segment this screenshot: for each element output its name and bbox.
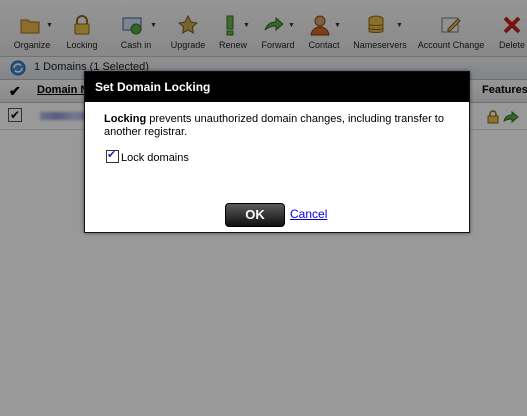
ok-button[interactable]: OK: [225, 203, 285, 227]
set-domain-locking-dialog: Set Domain Locking Locking prevents unau…: [84, 71, 470, 233]
cancel-link[interactable]: Cancel: [290, 207, 327, 221]
dialog-titlebar: Set Domain Locking: [85, 72, 469, 102]
message-bold: Locking: [104, 113, 147, 125]
lock-domains-checkbox[interactable]: [106, 148, 119, 163]
dialog-title: Set Domain Locking: [95, 80, 211, 94]
lock-domains-label[interactable]: Lock domains: [121, 152, 189, 164]
message-rest: prevents unauthorized domain changes, in…: [104, 113, 444, 138]
dialog-message: Locking prevents unauthorized domain cha…: [104, 113, 454, 139]
lock-domains-option[interactable]: Lock domains: [106, 148, 189, 164]
